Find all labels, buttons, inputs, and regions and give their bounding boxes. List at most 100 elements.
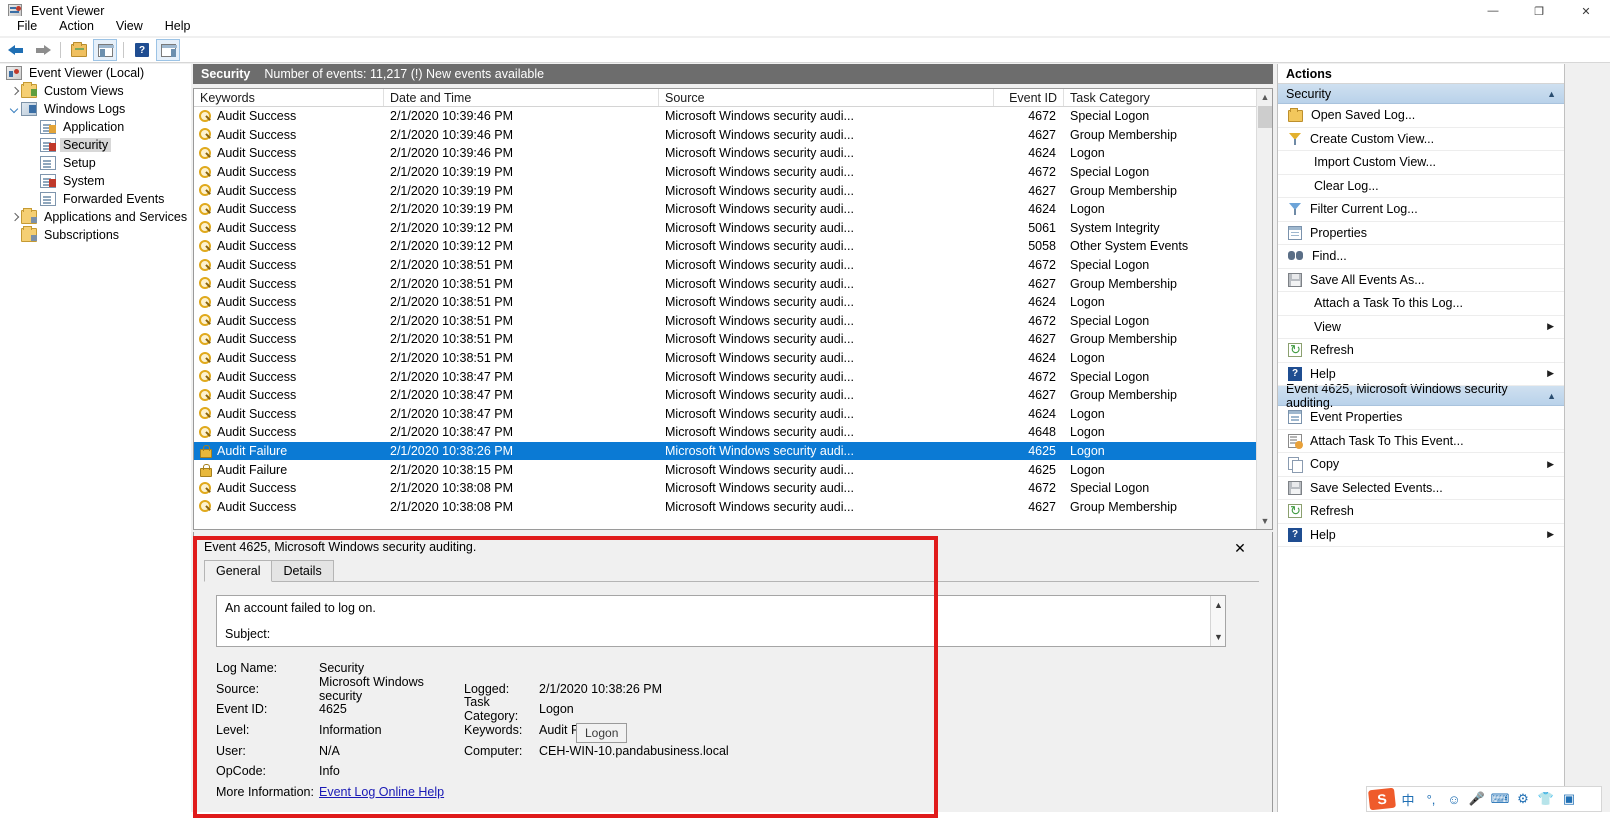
ime-user-settings-icon[interactable]: ⚙ (1513, 789, 1533, 809)
table-row[interactable]: Audit Success 2/1/2020 10:39:19 PM Microso… (194, 200, 1272, 219)
action-item-import-custom-view[interactable]: Import Custom View... (1278, 151, 1564, 175)
scroll-down-arrow-icon[interactable]: ▼ (1257, 513, 1272, 529)
table-row[interactable]: Audit Success 2/1/2020 10:38:47 PM Microso… (194, 386, 1272, 405)
table-row[interactable]: Audit Success 2/1/2020 10:39:46 PM Microso… (194, 126, 1272, 145)
sidebar-item-forwarded-events[interactable]: Forwarded Events (0, 190, 191, 208)
action-item-filter-current-log[interactable]: Filter Current Log... (1278, 198, 1564, 222)
ime-skin-icon[interactable]: 👕 (1536, 789, 1556, 809)
action-item-save-selected-events[interactable]: Save Selected Events... (1278, 477, 1564, 500)
table-row[interactable]: Audit Success 2/1/2020 10:38:08 PM Microso… (194, 479, 1272, 498)
table-row[interactable]: Audit Success 2/1/2020 10:39:12 PM Microso… (194, 237, 1272, 256)
ime-voice-input-icon[interactable]: 🎤 (1467, 789, 1487, 809)
table-row[interactable]: Audit Success 2/1/2020 10:38:08 PM Microso… (194, 497, 1272, 516)
action-item-view[interactable]: View ▶ (1278, 316, 1564, 339)
column-header-task-category[interactable]: Task Category (1064, 89, 1254, 106)
sidebar-item-custom-views[interactable]: Custom Views (0, 82, 191, 100)
sidebar-item-security[interactable]: Security (0, 136, 191, 154)
cell-keywords: Audit Success (194, 500, 384, 514)
cell-keywords-label: Audit Success (217, 146, 297, 161)
ime-emoji-icon[interactable]: ☺ (1444, 789, 1464, 809)
sogou-logo-icon[interactable]: S (1368, 787, 1396, 811)
action-item-find[interactable]: Find... (1278, 245, 1564, 269)
table-row[interactable]: Audit Failure 2/1/2020 10:38:26 PM Microso… (194, 441, 1272, 461)
table-row[interactable]: Audit Success 2/1/2020 10:38:47 PM Microso… (194, 367, 1272, 386)
show-hide-console-tree-button[interactable] (93, 39, 117, 61)
ime-punctuation-icon[interactable]: °, (1421, 789, 1441, 809)
cell-task-category: Special Logon (1070, 313, 1150, 328)
table-row[interactable]: Audit Success 2/1/2020 10:38:47 PM Microso… (194, 423, 1272, 442)
table-row[interactable]: Audit Success 2/1/2020 10:39:19 PM Microso… (194, 181, 1272, 200)
ime-toolbox-icon[interactable]: ▣ (1559, 789, 1579, 809)
table-row[interactable]: Audit Failure 2/1/2020 10:38:15 PM Microso… (194, 460, 1272, 479)
chevron-down-icon[interactable] (8, 103, 21, 116)
actions-group-event[interactable]: Event 4625, Microsoft Windows security a… (1278, 382, 1564, 410)
detail-close-button[interactable]: ✕ (1232, 540, 1248, 556)
tab-general[interactable]: General (204, 560, 273, 582)
sidebar-item-applications-and-services-logs[interactable]: Applications and Services Lo (0, 208, 191, 226)
tree-root[interactable]: Event Viewer (Local) (0, 64, 191, 82)
table-row[interactable]: Audit Success 2/1/2020 10:39:46 PM Microso… (194, 107, 1272, 126)
submenu-arrow-icon[interactable]: ▶ (1547, 321, 1554, 332)
chevron-right-icon[interactable] (8, 85, 21, 98)
table-row[interactable]: Audit Success 2/1/2020 10:38:51 PM Microso… (194, 312, 1272, 331)
table-row[interactable]: Audit Success 2/1/2020 10:39:19 PM Microso… (194, 163, 1272, 182)
help-button[interactable]: ? (130, 39, 154, 61)
action-item-refresh[interactable]: Refresh (1278, 500, 1564, 524)
column-header-event-id[interactable]: Event ID (994, 89, 1064, 106)
table-row[interactable]: Audit Success 2/1/2020 10:38:51 PM Microso… (194, 256, 1272, 275)
sidebar-item-subscriptions[interactable]: Subscriptions (0, 226, 191, 244)
action-item-copy[interactable]: Copy ▶ (1278, 453, 1564, 477)
menu-help[interactable]: Help (154, 17, 202, 35)
action-item-create-custom-view[interactable]: Create Custom View... (1278, 128, 1564, 151)
sidebar-item-setup[interactable]: Setup (0, 154, 191, 172)
tab-details[interactable]: Details (271, 560, 334, 582)
action-item-attach-task-to-this-event[interactable]: Attach Task To This Event... (1278, 430, 1564, 453)
forward-button[interactable] (30, 39, 54, 61)
table-row[interactable]: Audit Success 2/1/2020 10:38:51 PM Microso… (194, 293, 1272, 312)
submenu-arrow-icon[interactable]: ▶ (1547, 368, 1554, 379)
event-message-scrollbar[interactable]: ▲ ▼ (1210, 596, 1225, 646)
event-log-online-help-link[interactable]: Event Log Online Help (319, 785, 464, 799)
action-item-clear-log[interactable]: Clear Log... (1278, 175, 1564, 198)
action-item-help[interactable]: ? Help ▶ (1278, 363, 1564, 386)
submenu-arrow-icon[interactable]: ▶ (1547, 459, 1554, 470)
scroll-up-arrow-icon[interactable]: ▲ (1214, 600, 1223, 610)
action-item-refresh[interactable]: Refresh (1278, 339, 1564, 363)
show-hide-action-pane-button[interactable] (156, 39, 180, 61)
menu-file[interactable]: File (6, 17, 48, 35)
cell-keywords: Audit Success (194, 407, 384, 421)
column-header-date-time[interactable]: Date and Time (384, 89, 659, 106)
ime-chinese-mode-icon[interactable]: 中 (1398, 789, 1418, 809)
actions-group-security[interactable]: Security ▲ (1278, 84, 1564, 104)
chevron-up-icon[interactable]: ▲ (1547, 391, 1556, 401)
action-item-help[interactable]: ? Help ▶ (1278, 524, 1564, 547)
menu-view[interactable]: View (105, 17, 154, 35)
action-item-event-properties[interactable]: Event Properties (1278, 406, 1564, 430)
event-list-scrollbar[interactable]: ▲ ▼ (1256, 89, 1272, 529)
chevron-up-icon[interactable]: ▲ (1547, 89, 1556, 99)
scrollbar-thumb[interactable] (1258, 106, 1272, 128)
up-one-level-button[interactable] (67, 39, 91, 61)
table-row[interactable]: Audit Success 2/1/2020 10:39:12 PM Microso… (194, 219, 1272, 238)
ime-keyboard-icon[interactable]: ⌨ (1490, 789, 1510, 809)
column-header-keywords[interactable]: Keywords (194, 89, 384, 106)
column-header-source[interactable]: Source (659, 89, 994, 106)
sidebar-item-system[interactable]: System (0, 172, 191, 190)
submenu-arrow-icon[interactable]: ▶ (1547, 529, 1554, 540)
table-row[interactable]: Audit Success 2/1/2020 10:39:46 PM Microso… (194, 144, 1272, 163)
table-row[interactable]: Audit Success 2/1/2020 10:38:51 PM Microso… (194, 330, 1272, 349)
scroll-up-arrow-icon[interactable]: ▲ (1257, 89, 1272, 105)
action-item-save-all-events-as[interactable]: Save All Events As... (1278, 269, 1564, 292)
action-item-open-saved-log[interactable]: Open Saved Log... (1278, 104, 1564, 128)
action-item-attach-a-task-to-this-log[interactable]: Attach a Task To this Log... (1278, 292, 1564, 316)
action-item-properties[interactable]: Properties (1278, 222, 1564, 245)
menu-action[interactable]: Action (48, 17, 105, 35)
sidebar-item-windows-logs[interactable]: Windows Logs (0, 100, 191, 118)
back-button[interactable] (4, 39, 28, 61)
scroll-down-arrow-icon[interactable]: ▼ (1214, 632, 1223, 642)
table-row[interactable]: Audit Success 2/1/2020 10:38:51 PM Microso… (194, 274, 1272, 293)
table-row[interactable]: Audit Success 2/1/2020 10:38:51 PM Microso… (194, 349, 1272, 368)
sidebar-item-application[interactable]: Application (0, 118, 191, 136)
chevron-right-icon[interactable] (8, 211, 21, 224)
table-row[interactable]: Audit Success 2/1/2020 10:38:47 PM Microso… (194, 405, 1272, 424)
